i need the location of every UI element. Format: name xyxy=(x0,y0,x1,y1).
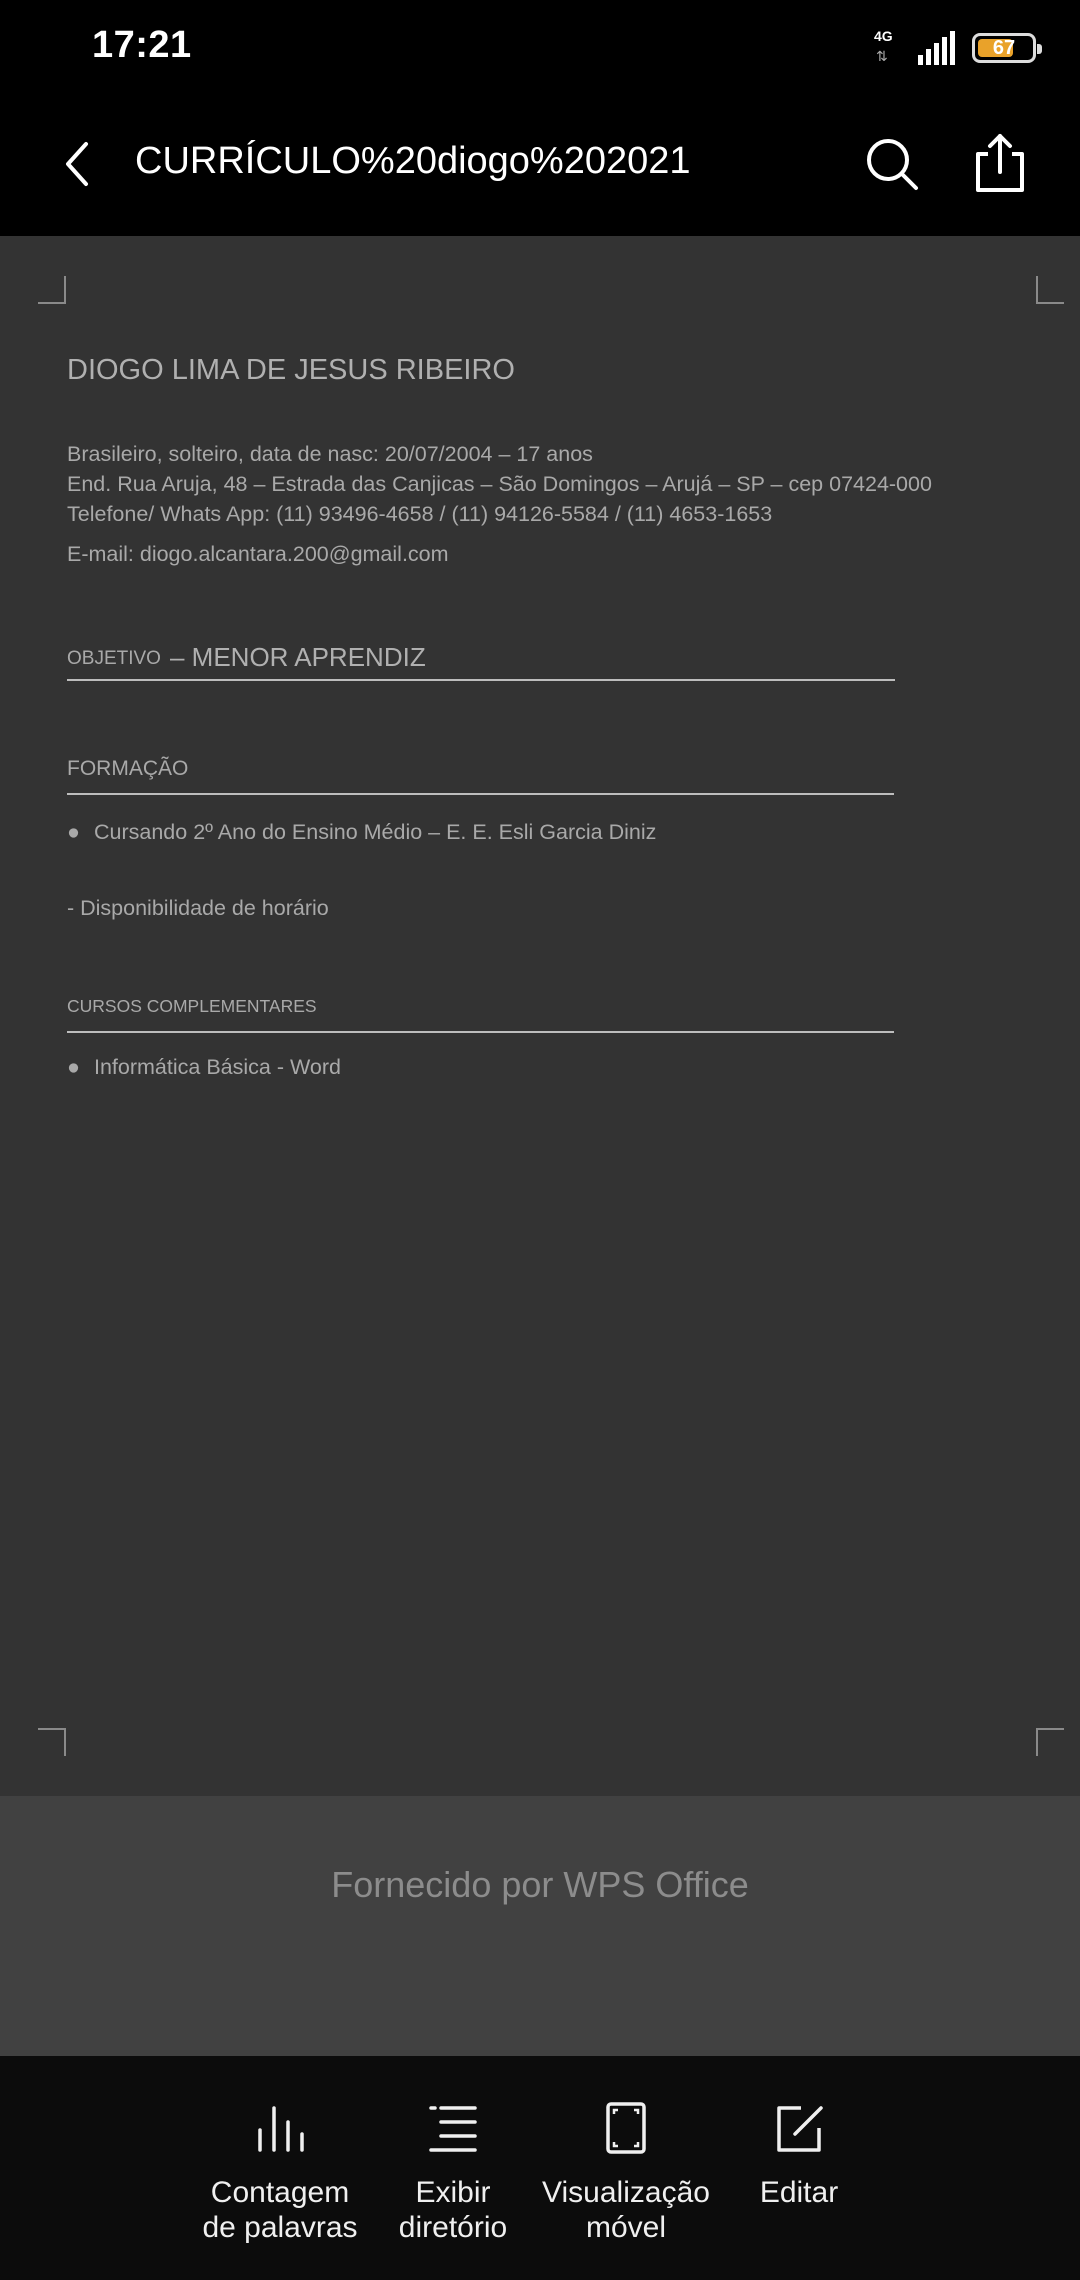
phone: Telefone/ Whats App: (11) 93496-4658 / (… xyxy=(67,502,773,526)
bullet-icon: ● xyxy=(67,1055,80,1079)
section-divider xyxy=(67,1031,894,1033)
mobile-view-button[interactable]: Visualização móvel xyxy=(536,2100,716,2245)
word-count-label: Contagem de palavras xyxy=(190,2175,370,2245)
label-line: de palavras xyxy=(202,2211,358,2244)
data-arrows-icon: ⇅ xyxy=(876,48,888,64)
course-item-text: Informática Básica - Word xyxy=(94,1055,341,1079)
address: End. Rua Aruja, 48 – Estrada das Canjica… xyxy=(67,472,932,496)
signal-icon xyxy=(918,31,955,65)
back-button[interactable] xyxy=(56,134,112,194)
bar-chart-icon xyxy=(258,2106,304,2152)
status-time: 17:21 xyxy=(92,24,192,66)
network-label: 4G xyxy=(874,28,893,44)
section-divider xyxy=(67,679,895,681)
list-icon xyxy=(429,2106,477,2152)
chevron-left-icon xyxy=(66,142,88,186)
objective-label: OBJETIVO xyxy=(67,648,161,669)
bottom-toolbar: Contagem de palavras Exibir diretório Vi… xyxy=(0,2056,1080,2280)
battery-icon: 67 xyxy=(972,33,1042,63)
battery-level: 67 xyxy=(992,37,1016,59)
app-bar: CURRÍCULO%20diogo%202021 xyxy=(0,100,1080,236)
education-heading: FORMAÇÃO xyxy=(67,757,189,780)
candidate-name: DIOGO LIMA DE JESUS RIBEIRO xyxy=(67,354,515,386)
mobile-view-icon xyxy=(606,2102,646,2154)
wps-banner: Fornecido por WPS Office xyxy=(0,1796,1080,2056)
email: E-mail: diogo.alcantara.200@gmail.com xyxy=(67,542,449,566)
label-line: móvel xyxy=(585,2211,667,2244)
screen: 17:21 4G ⇅ 67 CURRÍCULO%20diogo%202021 D… xyxy=(0,0,1080,2280)
document-page[interactable]: DIOGO LIMA DE JESUS RIBEIRO Brasileiro, … xyxy=(0,236,1080,1796)
edit-icon xyxy=(777,2106,823,2152)
search-button[interactable] xyxy=(862,134,922,194)
share-button[interactable] xyxy=(970,130,1030,196)
network-type: 4G ⇅ xyxy=(874,28,904,68)
label-line: Contagem xyxy=(210,2176,350,2209)
word-count-button[interactable]: Contagem de palavras xyxy=(190,2100,370,2245)
edit-button[interactable]: Editar xyxy=(709,2100,889,2210)
show-directory-label: Exibir diretório xyxy=(363,2175,543,2245)
availability: - Disponibilidade de horário xyxy=(67,896,329,920)
label-line: diretório xyxy=(398,2211,508,2244)
share-icon xyxy=(976,134,1024,192)
mobile-view-label: Visualização móvel xyxy=(536,2175,716,2245)
page-corner-mark xyxy=(1036,1728,1064,1756)
status-bar: 17:21 4G ⇅ 67 xyxy=(0,0,1080,100)
education-item: ● Cursando 2º Ano do Ensino Médio – E. E.… xyxy=(67,820,656,845)
personal-info: Brasileiro, solteiro, data de nasc: 20/0… xyxy=(67,442,593,466)
section-divider xyxy=(67,793,894,795)
course-item: ● Informática Básica - Word xyxy=(67,1055,341,1080)
status-icons: 4G ⇅ 67 xyxy=(874,26,1042,70)
courses-heading: CURSOS COMPLEMENTARES xyxy=(67,996,317,1016)
powered-by-text: Fornecido por WPS Office xyxy=(331,1864,749,1905)
page-corner-mark xyxy=(1036,276,1064,304)
document-title: CURRÍCULO%20diogo%202021 xyxy=(135,140,691,182)
education-item-text: Cursando 2º Ano do Ensino Médio – E. E. … xyxy=(94,820,657,844)
label-line: Visualização xyxy=(542,2176,710,2209)
edit-label: Editar xyxy=(709,2175,889,2210)
label-line: Exibir xyxy=(415,2176,491,2209)
bullet-icon: ● xyxy=(67,820,80,844)
show-directory-button[interactable]: Exibir diretório xyxy=(363,2100,543,2245)
objective-value: – MENOR APRENDIZ xyxy=(170,642,426,672)
page-corner-mark xyxy=(38,276,66,304)
page-corner-mark xyxy=(38,1728,66,1756)
search-icon xyxy=(867,139,918,190)
label-line: Editar xyxy=(759,2176,839,2209)
battery-tip xyxy=(1037,44,1042,54)
